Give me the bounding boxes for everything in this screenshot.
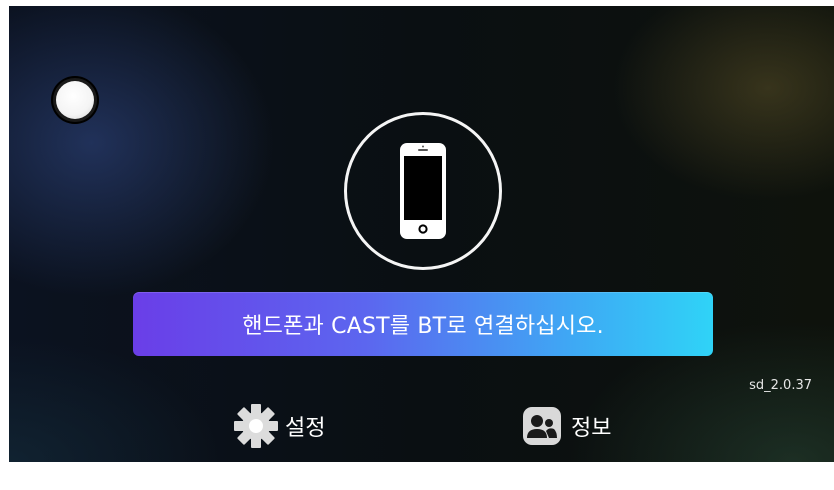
settings-button[interactable]: 설정 — [231, 402, 325, 450]
info-label: 정보 — [571, 416, 612, 441]
info-button[interactable]: 정보 — [517, 402, 611, 450]
floating-circle-button[interactable] — [51, 76, 99, 124]
smartphone-icon — [400, 143, 446, 239]
gear-icon — [231, 401, 281, 451]
version-label: sd_2.0.37 — [749, 378, 812, 393]
circle-button-icon — [56, 81, 94, 119]
smartphone-connect-graphic — [344, 112, 502, 270]
banner-text: 핸드폰과 CAST를 BT로 연결하십시오. — [242, 314, 604, 339]
contacts-icon — [517, 401, 567, 451]
settings-label: 설정 — [285, 416, 326, 441]
connect-instruction-banner: 핸드폰과 CAST를 BT로 연결하십시오. — [133, 292, 713, 356]
cast-home-screen: 핸드폰과 CAST를 BT로 연결하십시오. sd_2.0.37 설정 정보 — [9, 6, 834, 462]
